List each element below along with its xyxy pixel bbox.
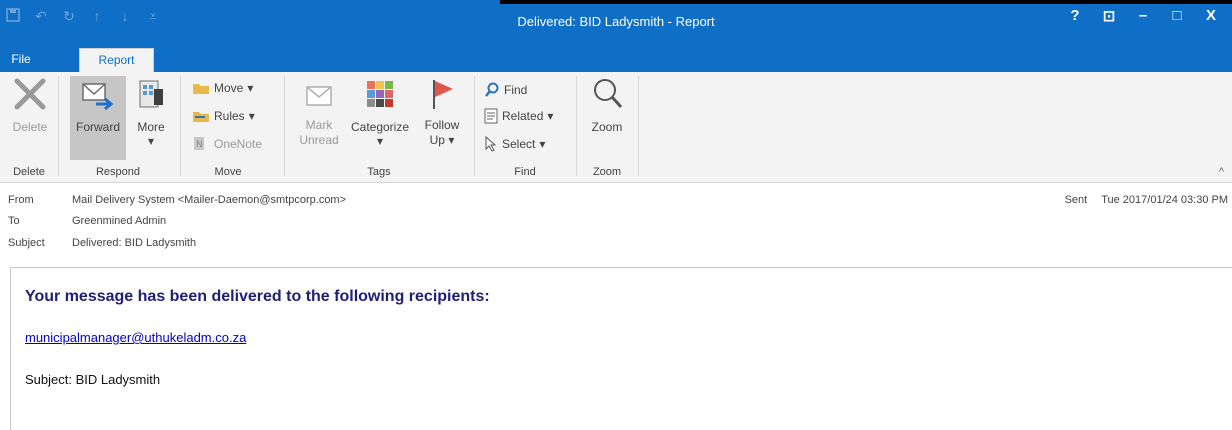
tab-report[interactable]: Report [79,48,154,72]
message-header: From Mail Delivery System <Mailer-Daemon@… [0,186,1232,260]
group-divider [638,76,639,176]
move-icon [193,84,209,94]
forward-button[interactable]: Forward [70,76,126,160]
group-divider [284,76,285,176]
group-divider [180,76,181,176]
subject-row: Subject Delivered: BID Ladysmith [8,237,196,249]
rules-button[interactable]: Rules ▾ [192,106,255,126]
more-button[interactable]: More ▾ [130,76,172,147]
collapse-ribbon-button[interactable]: ^ [1219,166,1224,178]
from-label: From [8,194,34,206]
find-button[interactable]: Find [484,80,527,100]
tab-file[interactable]: File [0,48,42,72]
cursor-icon [485,136,497,152]
close-button[interactable]: X [1194,7,1228,25]
body-subject-line: Subject: BID Ladysmith [25,372,161,387]
window-title: Delivered: BID Ladysmith - Report [517,14,715,29]
group-divider [576,76,577,176]
minimize-button[interactable]: – [1126,7,1160,25]
group-label-move: Move [214,166,242,178]
select-button[interactable]: Select ▾ [484,134,545,154]
group-divider [474,76,475,176]
mark-unread-button[interactable]: Mark Unread [290,76,348,148]
group-label-respond: Respond [95,166,141,178]
title-bar-edge [500,0,1232,4]
subject-value: Delivered: BID Ladysmith [72,237,197,249]
to-label: To [8,215,20,227]
from-value[interactable]: Mail Delivery System <Mailer-Daemon@smtp… [72,194,346,206]
more-icon [133,76,169,112]
group-label-zoom: Zoom [592,166,622,178]
zoom-button[interactable]: Zoom [582,76,632,135]
group-label-tags: Tags [367,166,391,178]
window-controls: ? ⊡ – □ X [1058,7,1228,25]
title-bar: ↶ ↻ ↑ ↓ ⩡ Delivered: BID Ladysmith - Rep… [0,0,1232,48]
help-button[interactable]: ? [1058,7,1092,25]
onenote-icon: N [194,137,204,150]
body-heading: Your message has been delivered to the f… [25,288,490,305]
categorize-icon [362,76,398,112]
maximize-button[interactable]: □ [1160,7,1194,25]
recipient-link[interactable]: municipalmanager@uthukeladm.co.za [25,330,246,345]
onenote-button[interactable]: N OneNote [192,134,262,154]
subject-label: Subject [8,237,45,249]
follow-up-button[interactable]: Follow Up ▾ [418,76,466,148]
ribbon: Delete Delete Forward More ▾ Respond Mov… [0,72,1232,183]
search-icon [485,82,499,97]
ribbon-display-button[interactable]: ⊡ [1092,7,1126,25]
related-icon [484,108,498,124]
mark-unread-icon [301,76,337,112]
group-divider [58,76,59,176]
rules-icon [193,112,209,122]
message-body: Your message has been delivered to the f… [10,267,1232,430]
related-button[interactable]: Related ▾ [484,106,553,126]
ribbon-tabs: File Report [0,48,1232,72]
move-button[interactable]: Move ▾ [192,78,253,98]
flag-icon [424,76,460,112]
sent-label: Sent [1064,194,1088,206]
categorize-button[interactable]: Categorize ▾ [346,76,414,147]
from-row: From Mail Delivery System <Mailer-Daemon@… [8,194,346,206]
to-value[interactable]: Greenmined Admin [72,215,166,227]
group-label-find: Find [514,166,536,178]
forward-icon [80,76,116,112]
delete-icon [12,76,48,112]
svg-text:N: N [196,140,203,150]
sent-value: Tue 2017/01/24 03:30 PM [1101,194,1228,206]
sent-row: Sent Tue 2017/01/24 03:30 PM [1065,194,1228,206]
delete-button[interactable]: Delete [4,76,56,135]
zoom-icon [589,76,625,112]
group-label-delete: Delete [13,166,45,178]
to-row: To Greenmined Admin [8,215,166,227]
